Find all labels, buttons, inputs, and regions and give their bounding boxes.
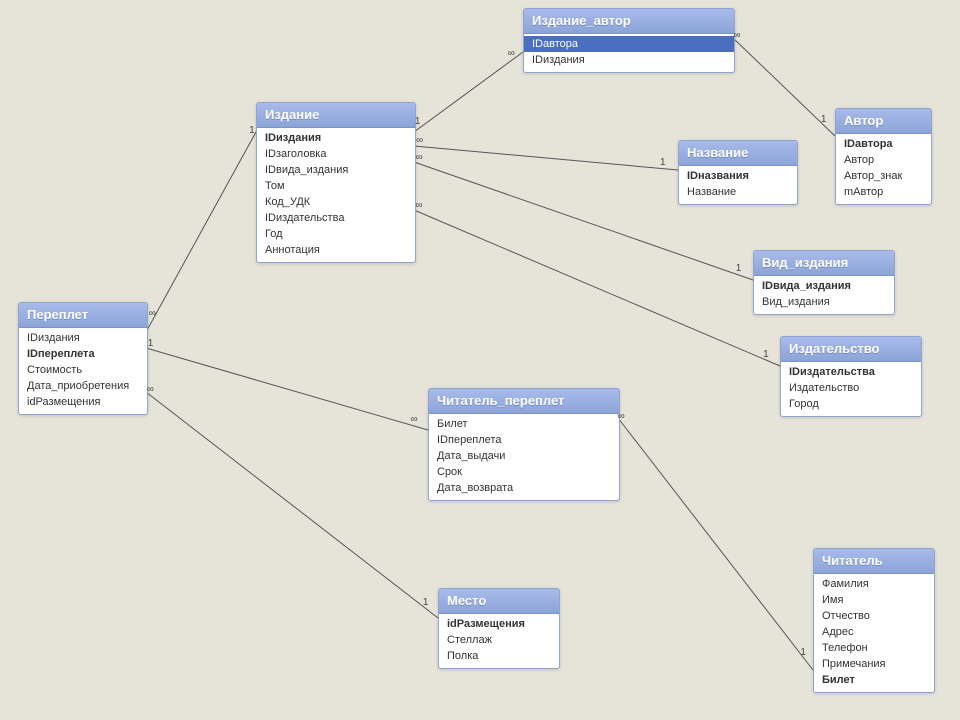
table-mesto[interactable]: Место idРазмещенияСтеллажПолка — [438, 588, 560, 669]
field[interactable]: Полка — [439, 648, 559, 664]
field[interactable]: IDиздания — [524, 52, 734, 68]
table-fields: IDавтораIDиздания — [524, 34, 734, 72]
field[interactable]: Телефон — [814, 640, 934, 656]
table-avtor[interactable]: Автор IDавтораАвторАвтор_знакmАвтор — [835, 108, 932, 205]
field[interactable]: Дата_возврата — [429, 480, 619, 496]
cardinality-label: ∞ — [508, 48, 515, 59]
field[interactable]: Год — [257, 226, 415, 242]
field[interactable]: Срок — [429, 464, 619, 480]
field[interactable]: Стоимость — [19, 362, 147, 378]
diagram-canvas: Переплет IDизданияIDпереплетаСтоимостьДа… — [0, 0, 960, 720]
field[interactable]: IDиздательства — [781, 364, 921, 380]
table-fields: idРазмещенияСтеллажПолка — [439, 614, 559, 668]
cardinality-label: ∞ — [416, 152, 423, 163]
table-title: Издательство — [781, 337, 921, 362]
table-nazvanie[interactable]: Название IDназванияНазвание — [678, 140, 798, 205]
field[interactable]: Вид_издания — [754, 294, 894, 310]
table-chitatel[interactable]: Читатель ФамилияИмяОтчествоАдресТелефонП… — [813, 548, 935, 693]
table-title: Издание_автор — [524, 9, 734, 34]
table-fields: IDизданияIDзаголовкаIDвида_изданияТомКод… — [257, 128, 415, 262]
table-chitatel-pereplet[interactable]: Читатель_переплет БилетIDпереплетаДата_в… — [428, 388, 620, 501]
field[interactable]: IDзаголовка — [257, 146, 415, 162]
field[interactable]: IDавтора — [524, 36, 734, 52]
field[interactable]: IDиздания — [257, 130, 415, 146]
cardinality-label: 1 — [660, 157, 666, 168]
cardinality-label: 1 — [800, 647, 806, 658]
field[interactable]: IDвида_издания — [754, 278, 894, 294]
table-fields: ФамилияИмяОтчествоАдресТелефонПримечания… — [814, 574, 934, 692]
field[interactable]: Название — [679, 184, 797, 200]
table-fields: БилетIDпереплетаДата_выдачиСрокДата_возв… — [429, 414, 619, 500]
field[interactable]: Стеллаж — [439, 632, 559, 648]
field[interactable]: Отчество — [814, 608, 934, 624]
cardinality-label: 1 — [148, 338, 154, 349]
table-izdanie[interactable]: Издание IDизданияIDзаголовкаIDвида_издан… — [256, 102, 416, 263]
cardinality-label: ∞ — [416, 135, 423, 146]
field[interactable]: mАвтор — [836, 184, 931, 200]
field[interactable]: idРазмещения — [439, 616, 559, 632]
cardinality-label: ∞ — [411, 414, 418, 425]
table-izdatelstvo[interactable]: Издательство IDиздательстваИздательствоГ… — [780, 336, 922, 417]
field[interactable]: idРазмещения — [19, 394, 147, 410]
cardinality-label: 1 — [736, 263, 742, 274]
field[interactable]: Имя — [814, 592, 934, 608]
table-fields: IDизданияIDпереплетаСтоимостьДата_приобр… — [19, 328, 147, 414]
field[interactable]: Автор — [836, 152, 931, 168]
table-title: Место — [439, 589, 559, 614]
cardinality-label: 1 — [423, 597, 429, 608]
field[interactable]: Адрес — [814, 624, 934, 640]
field[interactable]: IDпереплета — [429, 432, 619, 448]
field[interactable]: IDиздания — [19, 330, 147, 346]
table-fields: IDавтораАвторАвтор_знакmАвтор — [836, 134, 931, 204]
cardinality-label: ∞ — [416, 200, 423, 211]
field[interactable]: Билет — [814, 672, 934, 688]
field[interactable]: Дата_выдачи — [429, 448, 619, 464]
table-title: Переплет — [19, 303, 147, 328]
field[interactable]: Том — [257, 178, 415, 194]
field[interactable]: Дата_приобретения — [19, 378, 147, 394]
table-pereplet[interactable]: Переплет IDизданияIDпереплетаСтоимостьДа… — [18, 302, 148, 415]
table-fields: IDиздательстваИздательствоГород — [781, 362, 921, 416]
table-title: Вид_издания — [754, 251, 894, 276]
field[interactable]: Издательство — [781, 380, 921, 396]
field[interactable]: IDавтора — [836, 136, 931, 152]
table-izdanie-avtor[interactable]: Издание_автор IDавтораIDиздания — [523, 8, 735, 73]
table-title: Автор — [836, 109, 931, 134]
table-title: Издание — [257, 103, 415, 128]
cardinality-label: 1 — [821, 114, 827, 125]
table-title: Читатель_переплет — [429, 389, 619, 414]
cardinality-label: ∞ — [149, 308, 156, 319]
table-vid-izdania[interactable]: Вид_издания IDвида_изданияВид_издания — [753, 250, 895, 315]
table-fields: IDназванияНазвание — [679, 166, 797, 204]
field[interactable]: Город — [781, 396, 921, 412]
field[interactable]: IDиздательства — [257, 210, 415, 226]
cardinality-label: 1 — [763, 349, 769, 360]
field[interactable]: Билет — [429, 416, 619, 432]
field[interactable]: Фамилия — [814, 576, 934, 592]
cardinality-label: 1 — [249, 125, 255, 136]
field[interactable]: IDпереплета — [19, 346, 147, 362]
field[interactable]: IDназвания — [679, 168, 797, 184]
field[interactable]: IDвида_издания — [257, 162, 415, 178]
field[interactable]: Примечания — [814, 656, 934, 672]
table-title: Название — [679, 141, 797, 166]
table-title: Читатель — [814, 549, 934, 574]
field[interactable]: Аннотация — [257, 242, 415, 258]
field[interactable]: Код_УДК — [257, 194, 415, 210]
table-fields: IDвида_изданияВид_издания — [754, 276, 894, 314]
field[interactable]: Автор_знак — [836, 168, 931, 184]
